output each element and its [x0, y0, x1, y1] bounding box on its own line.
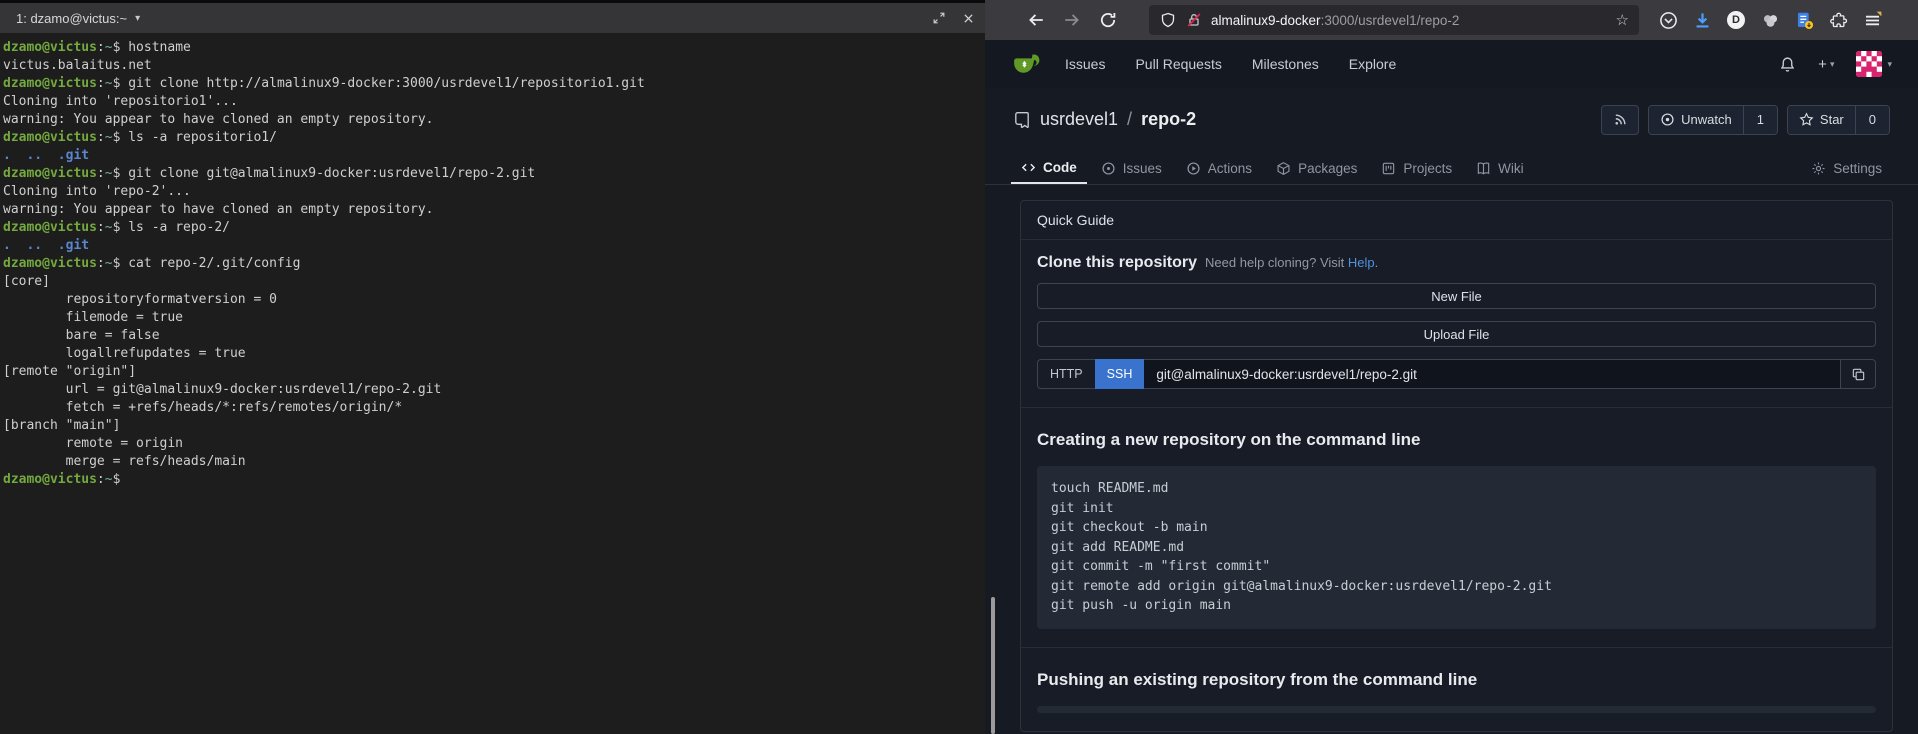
create-repo-section: Creating a new repository on the command…	[1021, 407, 1892, 647]
tab-issues[interactable]: Issues	[1091, 145, 1172, 184]
new-file-button[interactable]: New File	[1037, 283, 1876, 309]
terminal-title-caret-icon[interactable]: ▾	[135, 13, 140, 24]
repo-title: usrdevel1 / repo-2	[1013, 109, 1196, 130]
tab-wiki-label: Wiki	[1498, 161, 1524, 176]
unwatch-label: Unwatch	[1681, 112, 1732, 127]
repo-tabs: Code Issues Actions Packages Project	[985, 145, 1918, 185]
gitea-logo-icon[interactable]	[1011, 49, 1041, 79]
back-icon[interactable]	[1025, 9, 1047, 31]
clone-url-input[interactable]: git@almalinux9-docker:usrdevel1/repo-2.g…	[1144, 359, 1841, 389]
nav-explore[interactable]: Explore	[1349, 56, 1396, 72]
tab-code[interactable]: Code	[1011, 145, 1087, 184]
tab-projects-label: Projects	[1403, 161, 1452, 176]
screen: 1: dzamo@victus:~ ▾ dzamo@victus:~$ host…	[0, 0, 1918, 734]
notifications-bell-icon[interactable]	[1779, 56, 1796, 73]
nav-issues[interactable]: Issues	[1065, 56, 1105, 72]
nav-pull-requests[interactable]: Pull Requests	[1135, 56, 1221, 72]
shield-icon[interactable]	[1159, 11, 1177, 29]
repo-owner-link[interactable]: usrdevel1	[1040, 109, 1118, 130]
create-repo-code[interactable]: touch README.md git init git checkout -b…	[1051, 479, 1862, 616]
push-repo-codeblock	[1037, 706, 1876, 713]
tab-settings-label: Settings	[1833, 161, 1882, 176]
url-text[interactable]: almalinux9-docker:3000/usrdevel1/repo-2	[1211, 13, 1610, 28]
browser-window: almalinux9-docker:3000/usrdevel1/repo-2 …	[985, 0, 1918, 734]
url-domain: almalinux9-docker	[1211, 13, 1321, 28]
terminal-title: 1: dzamo@victus:~	[16, 11, 127, 26]
terminal-scrollbar[interactable]	[991, 597, 995, 734]
insecure-lock-icon[interactable]	[1185, 11, 1203, 29]
tab-code-label: Code	[1043, 160, 1077, 175]
http-protocol-button[interactable]: HTTP	[1037, 359, 1095, 389]
create-repo-heading: Creating a new repository on the command…	[1037, 422, 1876, 450]
push-repo-section: Pushing an existing repository from the …	[1021, 647, 1892, 731]
tab-wiki[interactable]: Wiki	[1466, 145, 1534, 184]
star-button[interactable]: Star	[1788, 106, 1855, 134]
watchers-count[interactable]: 1	[1743, 106, 1777, 134]
create-new-button[interactable]: + ▾	[1818, 56, 1834, 73]
repo-header: usrdevel1 / repo-2 Unwatch 1	[985, 88, 1918, 145]
forward-icon[interactable]	[1061, 9, 1083, 31]
terminal-window: 1: dzamo@victus:~ ▾ dzamo@victus:~$ host…	[0, 0, 985, 734]
bookmark-star-icon[interactable]: ☆	[1616, 11, 1629, 29]
terminal-close-icon[interactable]	[962, 12, 975, 25]
tab-packages-label: Packages	[1298, 161, 1357, 176]
terminal-titlebar[interactable]: 1: dzamo@victus:~ ▾	[0, 0, 985, 33]
pocket-icon[interactable]	[1657, 9, 1679, 31]
clone-help-suffix: .	[1375, 255, 1379, 270]
tab-actions-label: Actions	[1208, 161, 1252, 176]
rss-button[interactable]	[1601, 105, 1639, 135]
repo-name-link[interactable]: repo-2	[1141, 109, 1196, 130]
star-label: Star	[1820, 112, 1844, 127]
star-button-group: Star 0	[1787, 105, 1890, 135]
tab-actions[interactable]: Actions	[1176, 145, 1262, 184]
avatar	[1856, 51, 1882, 77]
stars-count[interactable]: 0	[1855, 106, 1889, 134]
reload-icon[interactable]	[1097, 9, 1119, 31]
tab-projects[interactable]: Projects	[1371, 145, 1462, 184]
tab-packages[interactable]: Packages	[1266, 145, 1367, 184]
browser-toolbar: almalinux9-docker:3000/usrdevel1/repo-2 …	[985, 0, 1918, 40]
user-menu[interactable]: ▾	[1856, 51, 1892, 77]
tab-settings[interactable]: Settings	[1801, 145, 1892, 184]
quick-guide-title: Quick Guide	[1021, 201, 1892, 240]
chevron-down-icon: ▾	[1887, 59, 1892, 70]
plus-icon: +	[1818, 56, 1827, 73]
clone-help-text: Need help cloning? Visit Help.	[1205, 255, 1378, 270]
account-blob-icon[interactable]	[1759, 9, 1781, 31]
clone-section: Clone this repository Need help cloning?…	[1021, 240, 1892, 407]
unwatch-button[interactable]: Unwatch	[1649, 106, 1743, 134]
ssh-protocol-button[interactable]: SSH	[1095, 359, 1145, 389]
clone-help-prefix: Need help cloning? Visit	[1205, 255, 1344, 270]
toolbar-extensions: D	[1657, 9, 1883, 31]
chevron-down-icon: ▾	[1830, 59, 1835, 70]
container-d-icon[interactable]: D	[1725, 9, 1747, 31]
tab-issues-label: Issues	[1123, 161, 1162, 176]
repo-separator: /	[1127, 109, 1132, 130]
create-repo-codeblock: touch README.md git init git checkout -b…	[1037, 466, 1876, 629]
repo-content: Quick Guide Clone this repository Need h…	[985, 185, 1918, 732]
upload-file-button[interactable]: Upload File	[1037, 321, 1876, 347]
url-path: :3000/usrdevel1/repo-2	[1321, 13, 1460, 28]
copy-url-button[interactable]	[1840, 359, 1876, 389]
watch-button-group: Unwatch 1	[1648, 105, 1778, 135]
downloads-icon[interactable]	[1691, 9, 1713, 31]
terminal-output[interactable]: dzamo@victus:~$ hostnamevictus.balaitus.…	[0, 33, 985, 489]
url-bar[interactable]: almalinux9-docker:3000/usrdevel1/repo-2 …	[1149, 5, 1639, 35]
repo-book-icon	[1013, 111, 1031, 129]
quick-guide-box: Quick Guide Clone this repository Need h…	[1020, 200, 1893, 732]
clone-url-row: HTTP SSH git@almalinux9-docker:usrdevel1…	[1037, 359, 1876, 389]
nav-milestones[interactable]: Milestones	[1252, 56, 1319, 72]
clone-heading: Clone this repository	[1037, 254, 1197, 272]
help-link[interactable]: Help	[1348, 255, 1375, 270]
terminal-restore-icon[interactable]	[932, 11, 946, 25]
menu-hamburger-icon[interactable]	[1861, 9, 1883, 31]
translate-doc-icon[interactable]	[1793, 9, 1815, 31]
push-repo-heading: Pushing an existing repository from the …	[1037, 662, 1876, 690]
gitea-navbar: Issues Pull Requests Milestones Explore …	[985, 40, 1918, 88]
extensions-puzzle-icon[interactable]	[1827, 9, 1849, 31]
